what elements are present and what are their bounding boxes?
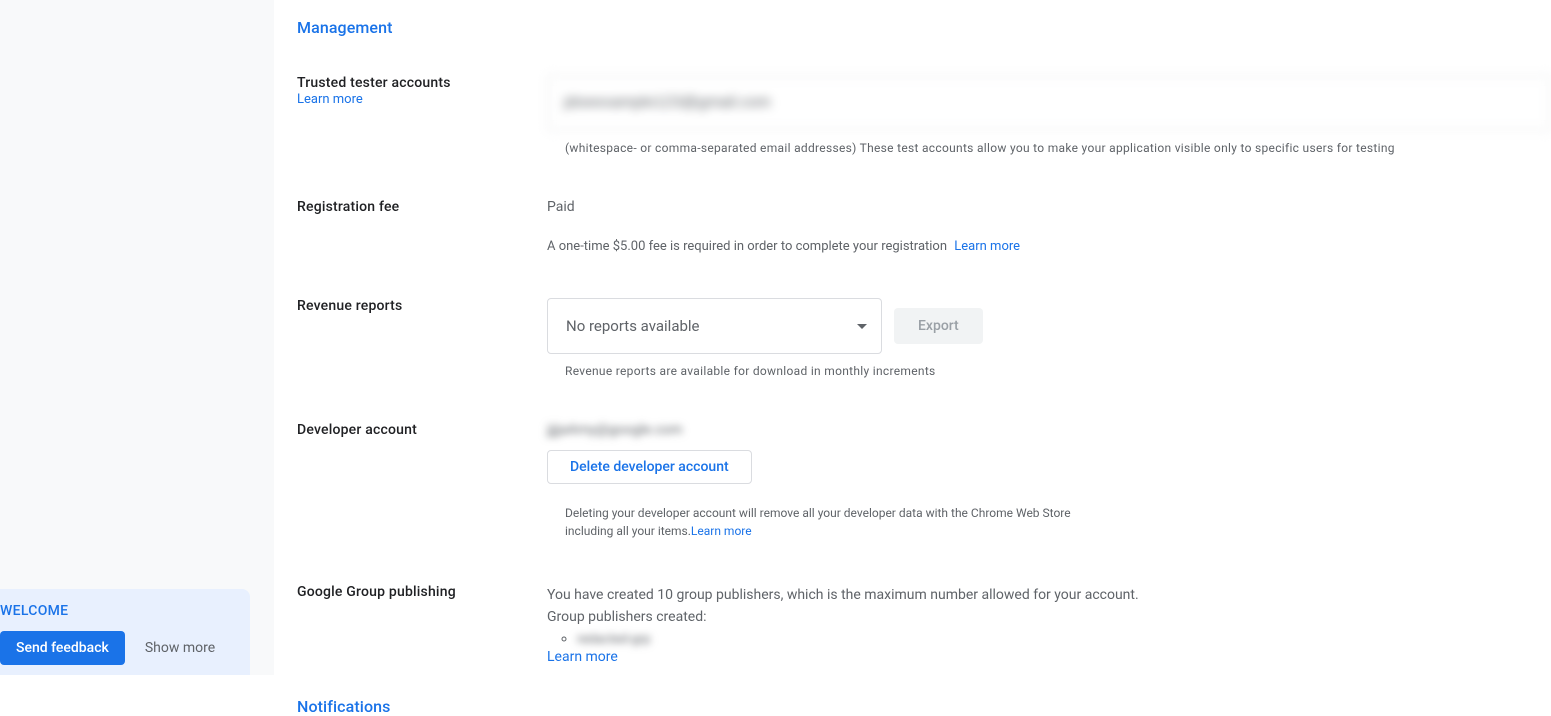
group-publishing-learn-more-link[interactable]: Learn more — [547, 649, 618, 665]
feedback-buttons: Send feedback Show more — [0, 631, 250, 665]
group-publishing-desc: You have created 10 group publishers, wh… — [547, 584, 1551, 606]
registration-fee-desc-text: A one-time $5.00 fee is required in orde… — [547, 239, 947, 254]
delete-account-desc-text: Deleting your developer account will rem… — [565, 506, 1071, 538]
show-more-link[interactable]: Show more — [145, 640, 215, 656]
group-publisher-item: redacted-grp — [577, 632, 650, 647]
send-feedback-button[interactable]: Send feedback — [0, 631, 125, 665]
label-col: Registration fee — [297, 199, 547, 215]
feedback-panel: WELCOME Send feedback Show more — [0, 589, 250, 675]
section-heading-management: Management — [297, 18, 1551, 37]
reports-row: No reports available Export — [547, 298, 1551, 354]
export-button: Export — [894, 308, 983, 344]
revenue-reports-helper: Revenue reports are available for downlo… — [565, 364, 1551, 378]
label-col: Trusted tester accounts Learn more — [297, 75, 547, 107]
developer-account-label: Developer account — [297, 422, 547, 438]
label-col: Google Group publishing — [297, 584, 547, 600]
welcome-text: WELCOME — [0, 603, 250, 619]
value-col: (whitespace- or comma-separated email ad… — [547, 75, 1551, 155]
trusted-tester-helper: (whitespace- or comma-separated email ad… — [565, 141, 1551, 155]
row-revenue-reports: Revenue reports No reports available Exp… — [297, 298, 1551, 378]
list-item: redacted-grp — [577, 631, 1551, 647]
value-col: jjjjaAmy@google.com Delete developer acc… — [547, 422, 1551, 540]
chevron-down-icon — [857, 324, 867, 329]
delete-account-learn-more-link[interactable]: Learn more — [691, 524, 752, 538]
registration-fee-desc: A one-time $5.00 fee is required in orde… — [547, 239, 1551, 254]
registration-fee-label: Registration fee — [297, 199, 547, 215]
value-col: No reports available Export Revenue repo… — [547, 298, 1551, 378]
group-publishers-created-label: Group publishers created: — [547, 606, 1551, 628]
revenue-reports-select-text: No reports available — [566, 317, 700, 335]
group-publishers-list: redacted-grp — [577, 631, 1551, 647]
label-col: Revenue reports — [297, 298, 547, 314]
developer-account-email: jjjjaAmy@google.com — [547, 422, 1551, 438]
delete-account-desc: Deleting your developer account will rem… — [565, 504, 1085, 540]
main-content: Management Trusted tester accounts Learn… — [297, 0, 1551, 675]
row-developer-account: Developer account jjjjaAmy@google.com De… — [297, 422, 1551, 540]
delete-developer-account-button[interactable]: Delete developer account — [547, 450, 752, 484]
section-heading-notifications: Notifications — [297, 697, 1551, 716]
value-col: Paid A one-time $5.00 fee is required in… — [547, 199, 1551, 254]
row-group-publishing: Google Group publishing You have created… — [297, 584, 1551, 665]
label-col: Developer account — [297, 422, 547, 438]
sidebar-area — [0, 0, 275, 675]
value-col: You have created 10 group publishers, wh… — [547, 584, 1551, 665]
revenue-reports-label: Revenue reports — [297, 298, 547, 314]
registration-fee-value: Paid — [547, 199, 1551, 215]
group-publishing-label: Google Group publishing — [297, 584, 547, 600]
trusted-tester-input[interactable] — [547, 75, 1551, 131]
row-trusted-tester: Trusted tester accounts Learn more (whit… — [297, 75, 1551, 155]
row-registration-fee: Registration fee Paid A one-time $5.00 f… — [297, 199, 1551, 254]
trusted-tester-learn-more-link[interactable]: Learn more — [297, 92, 363, 107]
revenue-reports-select[interactable]: No reports available — [547, 298, 882, 354]
registration-fee-learn-more-link[interactable]: Learn more — [954, 239, 1020, 254]
trusted-tester-label: Trusted tester accounts — [297, 75, 547, 91]
